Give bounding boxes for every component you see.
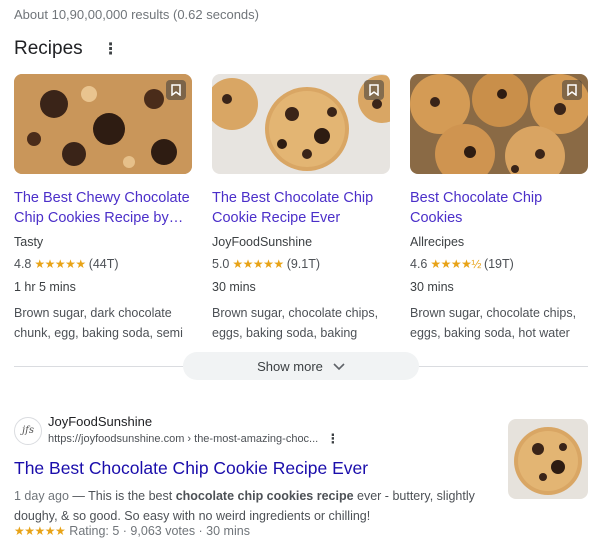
recipe-ingredients: Brown sugar, chocolate chips, eggs, baki…: [410, 303, 588, 343]
snippet-highlight: chocolate chip cookies recipe: [175, 489, 354, 503]
recipe-source: JoyFoodSunshine: [212, 235, 313, 249]
star-rating-icon: ★★★★★: [14, 524, 66, 538]
site-favicon-icon: jfs: [14, 416, 42, 445]
star-rating-icon: ★★★★½: [430, 257, 481, 271]
rating-value: 5.0: [212, 257, 230, 271]
recipe-card[interactable]: Best Chocolate Chip Cookies Allrecipes 4…: [410, 74, 588, 343]
recipes-heading-text: Recipes: [14, 38, 83, 59]
star-rating-icon: ★★★★★: [34, 257, 86, 271]
vertical-dots-icon[interactable]: ⋮: [326, 431, 339, 447]
recipe-image[interactable]: [212, 74, 390, 174]
recipe-card[interactable]: The Best Chocolate Chip Cookie Recipe Ev…: [212, 74, 390, 343]
result-thumbnail[interactable]: [508, 419, 588, 499]
rating-votes: (9.1T): [286, 257, 321, 271]
search-result: jfs JoyFoodSunshine https://joyfoodsunsh…: [14, 414, 339, 447]
recipe-title-line[interactable]: Cookie Recipe Ever: [212, 208, 390, 228]
snippet-text: — This is the best: [68, 489, 176, 503]
recipe-rating: 4.8 ★★★★★ (44T): [14, 257, 192, 271]
rating-value: 4.8: [14, 257, 32, 271]
recipe-title[interactable]: The Best Chewy Chocolate Chip Cookies Re…: [14, 188, 192, 228]
recipe-card[interactable]: The Best Chewy Chocolate Chip Cookies Re…: [14, 74, 192, 343]
recipe-time: 30 mins: [212, 280, 256, 294]
recipe-source: Tasty: [14, 235, 44, 249]
recipe-title[interactable]: The Best Chocolate Chip Cookie Recipe Ev…: [212, 188, 390, 228]
ingredients-line: Brown sugar, dark chocolate: [14, 306, 172, 320]
recipe-title-line[interactable]: Chip Cookies Recipe by…: [14, 208, 192, 228]
rating-votes: (19T): [483, 257, 514, 271]
rating-votes: (44T): [88, 257, 119, 271]
star-rating-icon: ★★★★★: [232, 257, 284, 271]
recipe-image[interactable]: [410, 74, 588, 174]
site-name[interactable]: JoyFoodSunshine: [48, 414, 339, 429]
vertical-dots-icon[interactable]: ⋮: [103, 39, 119, 59]
recipe-ingredients: Brown sugar, dark chocolate chunk, egg, …: [14, 303, 192, 343]
recipe-rating: 4.6 ★★★★½ (19T): [410, 257, 588, 271]
results-stats: About 10,90,00,000 results (0.62 seconds…: [14, 7, 259, 22]
result-title-link[interactable]: The Best Chocolate Chip Cookie Recipe Ev…: [14, 458, 368, 479]
recipe-rating: 5.0 ★★★★★ (9.1T): [212, 257, 390, 271]
rating-value: 4.6: [410, 257, 428, 271]
recipe-time: 30 mins: [410, 280, 454, 294]
show-more-label: Show more: [257, 358, 323, 374]
recipe-title-line[interactable]: The Best Chocolate Chip: [212, 188, 390, 208]
bookmark-icon[interactable]: [562, 80, 582, 100]
recipe-title-line[interactable]: The Best Chewy Chocolate: [14, 188, 192, 208]
recipes-heading: Recipes ⋮: [14, 38, 119, 60]
show-more-button[interactable]: Show more: [183, 352, 419, 380]
ingredients-line: Brown sugar, chocolate chips,: [212, 306, 379, 320]
recipe-title-line[interactable]: Cookies: [410, 208, 588, 228]
recipe-ingredients: Brown sugar, chocolate chips, eggs, baki…: [212, 303, 390, 343]
ingredients-line: chunk, egg, baking soda, semi: [14, 326, 183, 340]
recipe-image[interactable]: [14, 74, 192, 174]
chevron-down-icon: [333, 359, 345, 374]
site-url[interactable]: https://joyfoodsunshine.com › the-most-a…: [48, 433, 318, 445]
ingredients-line: eggs, baking soda, baking: [212, 326, 358, 340]
result-date: 1 day ago: [14, 489, 69, 503]
result-snippet: 1 day ago — This is the best chocolate c…: [14, 486, 494, 526]
bookmark-icon[interactable]: [364, 80, 384, 100]
bookmark-icon[interactable]: [166, 80, 186, 100]
recipe-time: 1 hr 5 mins: [14, 280, 76, 294]
result-site[interactable]: jfs JoyFoodSunshine https://joyfoodsunsh…: [14, 414, 339, 447]
recipe-source: Allrecipes: [410, 235, 465, 249]
recipe-title[interactable]: Best Chocolate Chip Cookies: [410, 188, 588, 228]
recipe-title-line[interactable]: Best Chocolate Chip: [410, 188, 588, 208]
ingredients-line: eggs, baking soda, hot water: [410, 326, 570, 340]
ingredients-line: Brown sugar, chocolate chips,: [410, 306, 577, 320]
rating-details: Rating: 5 · 9,063 votes · 30 mins: [69, 524, 250, 538]
result-rating: ★★★★★ Rating: 5 · 9,063 votes · 30 mins: [14, 524, 250, 538]
